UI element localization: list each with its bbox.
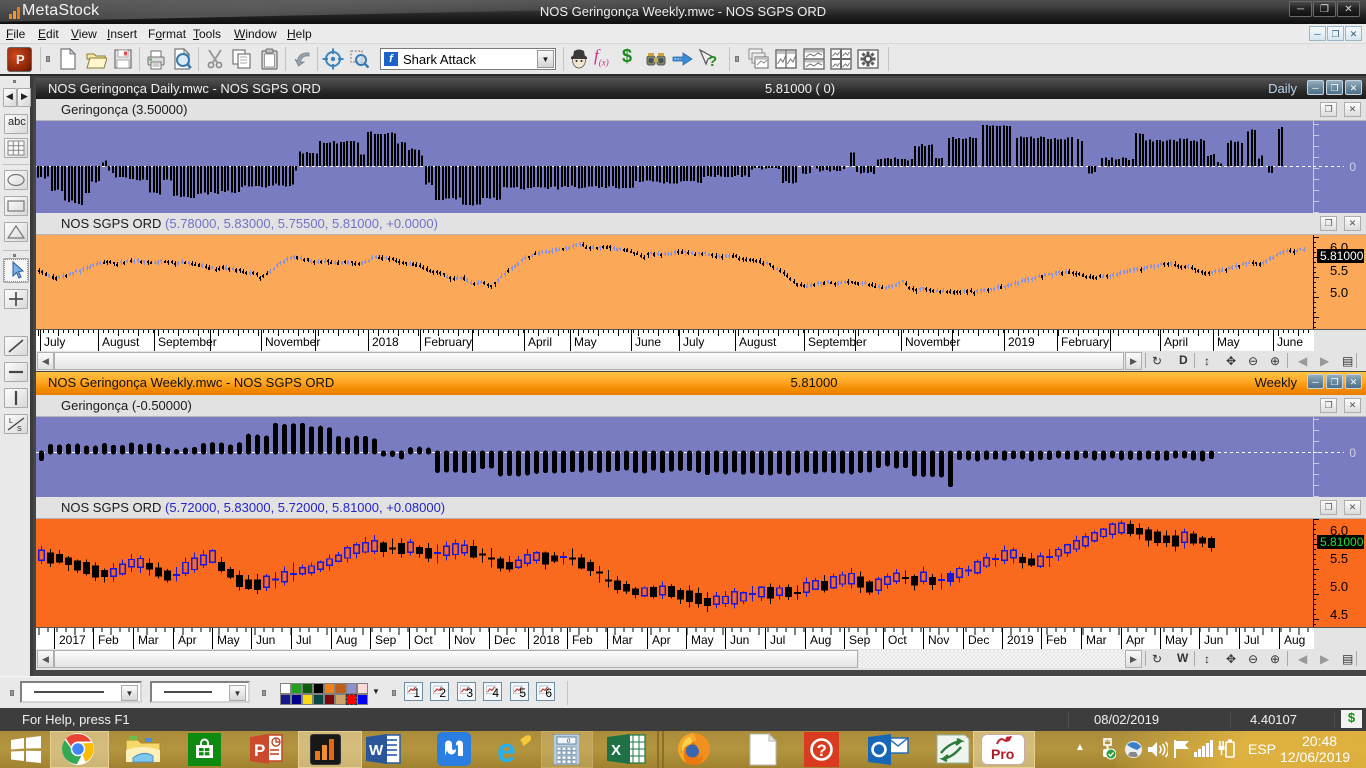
svg-text:Aug: Aug <box>810 633 831 647</box>
svg-text:Aug: Aug <box>1284 633 1305 647</box>
svg-text:?: ? <box>817 741 827 760</box>
svg-text:February: February <box>424 335 472 349</box>
svg-text:June: June <box>635 335 661 349</box>
svg-text:e: e <box>497 732 516 766</box>
svg-text:0: 0 <box>1349 446 1356 460</box>
svg-text:February: February <box>1061 335 1109 349</box>
svg-text:May: May <box>1165 633 1188 647</box>
svg-text:2019: 2019 <box>1008 335 1035 349</box>
svg-text:Jul: Jul <box>296 633 311 647</box>
svg-text:P: P <box>254 741 265 760</box>
svg-text:5.0: 5.0 <box>1330 285 1348 300</box>
svg-text:2018: 2018 <box>533 633 560 647</box>
svg-text:September: September <box>158 335 217 349</box>
svg-text:Apr: Apr <box>178 633 197 647</box>
svg-text:Mar: Mar <box>138 633 159 647</box>
svg-text:June: June <box>1277 335 1303 349</box>
svg-text:May: May <box>1217 335 1240 349</box>
svg-text:?: ? <box>708 53 717 70</box>
svg-text:5.81000: 5.81000 <box>1320 535 1364 549</box>
svg-text:May: May <box>574 335 597 349</box>
svg-text:Nov: Nov <box>928 633 949 647</box>
svg-text:Jul: Jul <box>1244 633 1259 647</box>
svg-text:5.0: 5.0 <box>1330 579 1348 594</box>
svg-text:Mar: Mar <box>612 633 633 647</box>
svg-text:Sep: Sep <box>375 633 397 647</box>
svg-text:Apr: Apr <box>652 633 671 647</box>
svg-text:August: August <box>102 335 140 349</box>
svg-text:5.5: 5.5 <box>1330 263 1348 278</box>
svg-text:Jun: Jun <box>730 633 749 647</box>
svg-text:April: April <box>1164 335 1188 349</box>
svg-text:Oct: Oct <box>888 633 907 647</box>
svg-text:Mar: Mar <box>1086 633 1107 647</box>
svg-text:2019: 2019 <box>1007 633 1034 647</box>
svg-text:Dec: Dec <box>968 633 989 647</box>
svg-text:April: April <box>528 335 552 349</box>
svg-text:Nov: Nov <box>454 633 475 647</box>
svg-text:Feb: Feb <box>572 633 593 647</box>
svg-text:May: May <box>691 633 714 647</box>
svg-text:Jun: Jun <box>1204 633 1223 647</box>
svg-text:Dec: Dec <box>494 633 515 647</box>
svg-text:2018: 2018 <box>372 335 399 349</box>
svg-text:Sep: Sep <box>849 633 871 647</box>
svg-text:September: September <box>808 335 867 349</box>
svg-text:Apr: Apr <box>1126 633 1145 647</box>
svg-text:Aug: Aug <box>336 633 357 647</box>
svg-text:Feb: Feb <box>1046 633 1067 647</box>
svg-text:5.81000: 5.81000 <box>1320 249 1364 263</box>
svg-text:4.5: 4.5 <box>1330 607 1348 622</box>
svg-text:July: July <box>44 335 65 349</box>
svg-text:W: W <box>369 742 384 759</box>
svg-text:5.5: 5.5 <box>1330 551 1348 566</box>
svg-text:November: November <box>265 335 320 349</box>
svg-text:Feb: Feb <box>98 633 119 647</box>
svg-text:Oct: Oct <box>414 633 433 647</box>
svg-text:X: X <box>611 742 621 759</box>
svg-text:Jun: Jun <box>256 633 275 647</box>
svg-text:0: 0 <box>1349 160 1356 174</box>
svg-text:2017: 2017 <box>59 633 86 647</box>
svg-text:July: July <box>683 335 704 349</box>
svg-text:August: August <box>739 335 777 349</box>
svg-text:S: S <box>17 426 22 433</box>
svg-text:May: May <box>217 633 240 647</box>
svg-text:Jul: Jul <box>770 633 785 647</box>
svg-text:L: L <box>9 418 13 425</box>
